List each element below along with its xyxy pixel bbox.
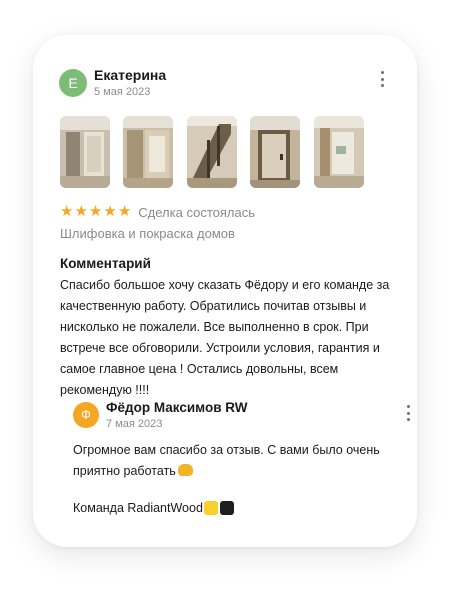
review-card: Е Екатерина 5 мая 2023 ★ ★ ★ ★ ★ Сделка … [33, 35, 417, 547]
signature-text: Команда RadiantWood [73, 501, 203, 515]
yellow-square-emoji-icon [203, 501, 218, 515]
star-icon: ★ [103, 203, 117, 220]
star-icon: ★ [60, 203, 74, 220]
handshake-emoji-icon [177, 464, 193, 476]
reply-text: Огромное вам спасибо за отзыв. С вами бы… [73, 440, 383, 482]
author-avatar[interactable]: Е [59, 69, 87, 97]
black-square-emoji-icon [219, 501, 234, 515]
reply-text-content: Огромное вам спасибо за отзыв. С вами бы… [73, 443, 380, 478]
review-photo[interactable] [313, 116, 364, 188]
author-name[interactable]: Екатерина [94, 67, 166, 83]
comment-text: Спасибо большое хочу сказать Фёдору и ег… [60, 278, 390, 397]
reply-author-name[interactable]: Фёдор Максимов RW [106, 400, 248, 415]
comment-title: Комментарий [60, 256, 151, 271]
service-name: Шлифовка и покраска домов [60, 226, 235, 241]
review-photo[interactable] [250, 116, 301, 188]
review-date: 5 мая 2023 [94, 86, 151, 98]
star-icon: ★ [117, 203, 132, 220]
reply-date: 7 мая 2023 [106, 418, 163, 430]
more-options-icon[interactable] [381, 71, 385, 87]
reply-signature: Команда RadiantWood [73, 501, 234, 515]
deal-status: Сделка состоялась [138, 204, 255, 220]
star-icon: ★ [74, 203, 88, 220]
review-photo[interactable] [60, 116, 110, 188]
review-photo[interactable] [123, 116, 174, 188]
rating-row: ★ ★ ★ ★ ★ Сделка состоялась [60, 203, 255, 221]
review-photo[interactable] [186, 116, 237, 188]
photo-gallery[interactable] [60, 116, 417, 189]
reply-more-options-icon[interactable] [407, 405, 411, 421]
reply-avatar[interactable]: Ф [73, 402, 99, 428]
star-icon: ★ [88, 203, 103, 220]
review-header: Е Екатерина 5 мая 2023 [59, 67, 391, 103]
